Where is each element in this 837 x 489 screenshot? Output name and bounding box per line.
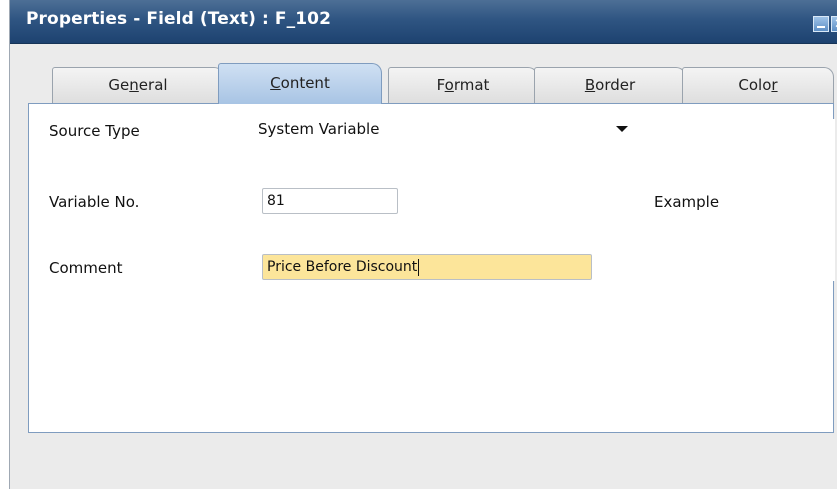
tab-color[interactable]: Color — [682, 67, 834, 103]
example-preview-box: Example — [645, 119, 835, 281]
tab-content[interactable]: Content — [218, 63, 382, 104]
variable-no-value: 81 — [267, 193, 285, 209]
dropdown-arrow-icon[interactable] — [616, 126, 628, 132]
tab-border[interactable]: Border — [534, 67, 686, 103]
properties-window: Properties - Field (Text) : F_102 ✕ Gene… — [9, 0, 837, 489]
text-cursor — [418, 258, 420, 276]
source-type-label: Source Type — [49, 122, 140, 140]
tab-color-label: Color — [738, 76, 778, 94]
source-type-value: System Variable — [258, 120, 380, 138]
close-icon[interactable]: ✕ — [831, 16, 837, 32]
example-text: Example — [654, 193, 720, 211]
variable-no-field[interactable]: 81 — [262, 188, 398, 214]
tab-general[interactable]: General — [52, 67, 224, 103]
tab-content-label: Content — [270, 74, 330, 92]
comment-value: Price Before Discount — [267, 259, 418, 275]
source-type-dropdown[interactable]: System Variable — [258, 118, 632, 140]
content-tab-panel: Source Type System Variable Variable No.… — [28, 103, 835, 433]
variable-no-label: Variable No. — [49, 193, 140, 211]
title-bar[interactable]: Properties - Field (Text) : F_102 ✕ — [10, 0, 837, 44]
comment-label: Comment — [49, 259, 123, 277]
tab-format-label: Format — [436, 76, 490, 94]
tab-general-label: General — [108, 76, 168, 94]
window-title: Properties - Field (Text) : F_102 — [26, 9, 332, 29]
tab-strip: General Content Format Border Color — [10, 63, 837, 104]
comment-field[interactable]: Price Before Discount — [262, 254, 592, 280]
tab-border-label: Border — [584, 76, 636, 94]
minimize-icon[interactable] — [813, 16, 829, 32]
tab-format[interactable]: Format — [388, 67, 538, 103]
